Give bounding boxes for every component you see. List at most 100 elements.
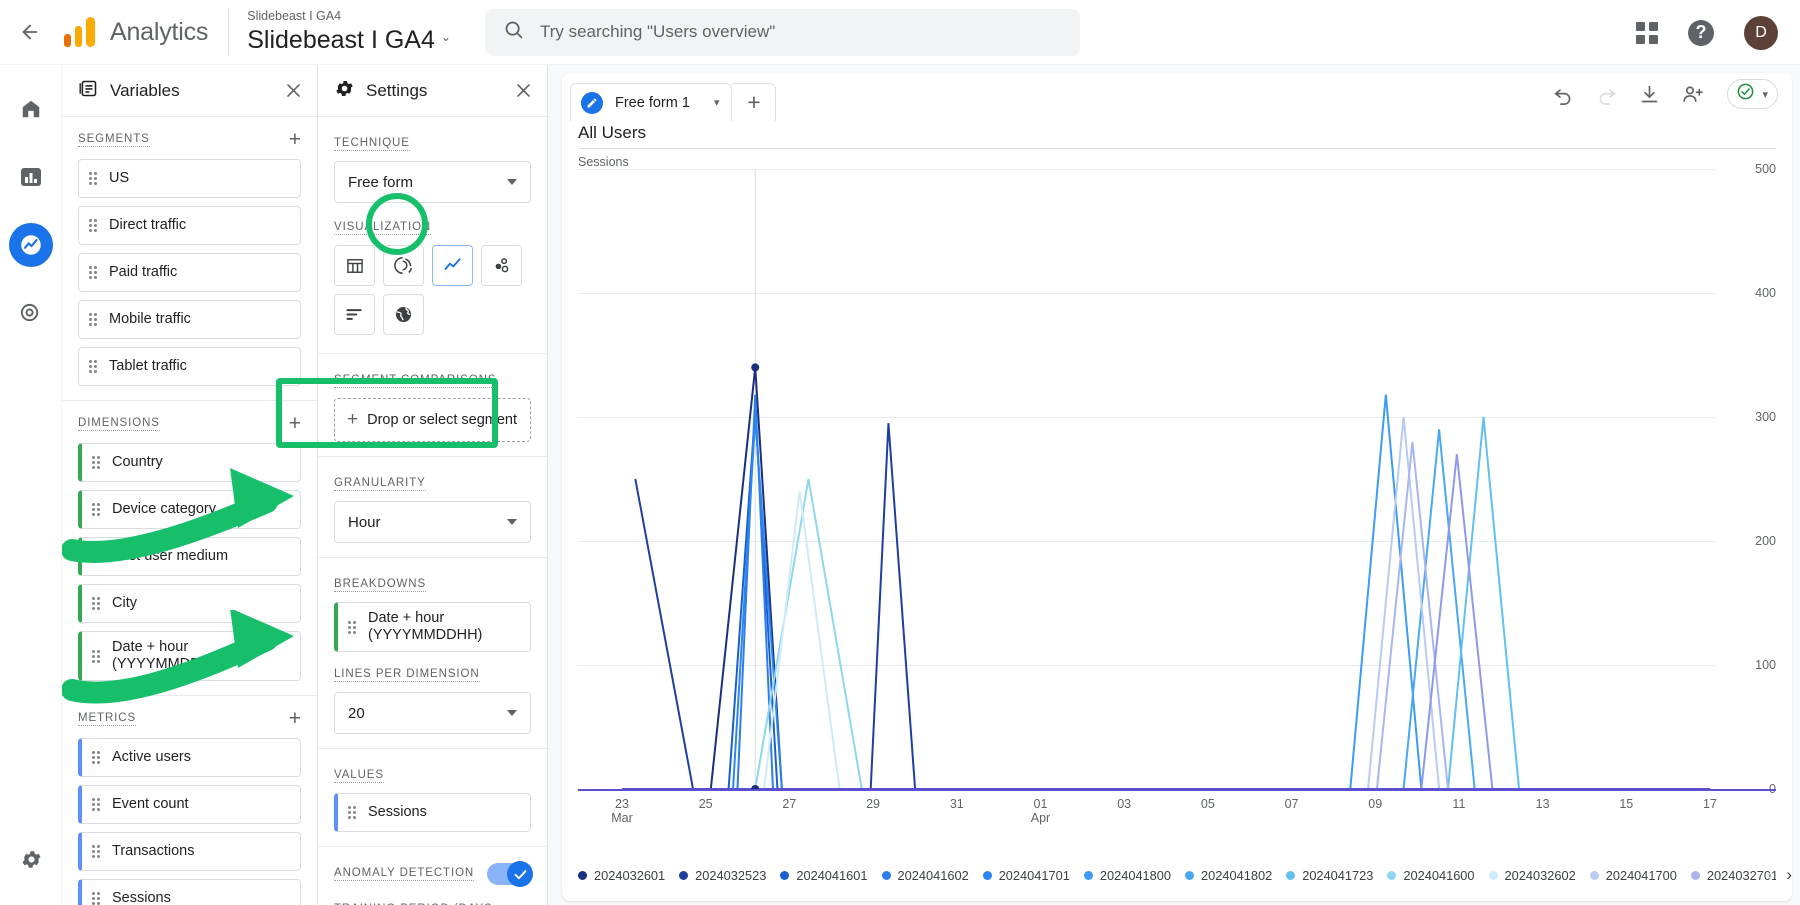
chevron-down-icon[interactable]: ▾ [714, 96, 720, 109]
drag-handle-icon[interactable] [92, 550, 101, 563]
undo-icon[interactable] [1553, 84, 1574, 105]
sidebar-item-admin[interactable] [9, 837, 53, 881]
list-item[interactable]: First user medium [78, 537, 301, 576]
legend-label: 2024032601 [594, 867, 666, 883]
legend-color-dot [1690, 870, 1700, 880]
legend-item[interactable]: 2024041701 [982, 868, 1070, 883]
legend-item[interactable]: 2024041700 [1589, 868, 1677, 883]
list-item[interactable]: Country [78, 443, 301, 482]
sidebar-item-reports[interactable] [9, 155, 53, 199]
search-icon [503, 19, 524, 45]
sidebar-item-explore[interactable] [8, 223, 53, 267]
legend-next-button[interactable]: › [1786, 865, 1792, 885]
canvas-toolbar: ▾ [1553, 79, 1778, 109]
tab-free-form-1[interactable]: Free form 1 ▾ [570, 83, 733, 121]
list-item[interactable]: US [78, 159, 301, 198]
table-icon[interactable] [334, 245, 375, 286]
list-item[interactable]: Direct traffic [78, 206, 301, 245]
legend-item[interactable]: 2024041601 [780, 868, 868, 883]
line-chart-icon[interactable] [432, 245, 473, 286]
analytics-logo-block[interactable]: Analytics [60, 17, 208, 47]
list-item[interactable]: Transactions [78, 832, 301, 871]
legend-item[interactable]: 2024032701 [1690, 868, 1776, 883]
drag-handle-icon[interactable] [89, 360, 98, 373]
drag-handle-icon[interactable] [92, 845, 101, 858]
drag-handle-icon[interactable] [92, 892, 101, 905]
dimensions-label: DIMENSIONS [78, 417, 160, 431]
avatar[interactable]: D [1744, 15, 1778, 50]
share-user-icon[interactable] [1682, 83, 1705, 105]
drag-handle-icon[interactable] [92, 456, 101, 469]
tab-bar: Free form 1 ▾ + ▾ [562, 73, 1792, 121]
x-tick-label: 13 [1536, 797, 1550, 811]
geo-map-icon[interactable] [383, 294, 424, 335]
x-tick-label: 01 Apr [1031, 797, 1050, 825]
drag-handle-icon[interactable] [348, 806, 357, 819]
scatter-plot-icon[interactable] [481, 245, 522, 286]
list-item[interactable]: Date + hour (YYYYMMDDHH) [78, 631, 301, 681]
legend-color-dot [578, 870, 587, 880]
close-icon[interactable] [284, 81, 303, 100]
list-item[interactable]: Device category [78, 490, 301, 529]
drag-handle-icon[interactable] [89, 313, 98, 326]
x-tick-day: 05 [1200, 797, 1215, 811]
list-item[interactable]: Event count [78, 785, 301, 824]
drag-handle-icon[interactable] [92, 503, 101, 516]
status-badge[interactable]: ▾ [1727, 79, 1778, 109]
donut-chart-icon[interactable] [383, 245, 424, 286]
close-icon[interactable] [514, 81, 533, 100]
add-metric-button[interactable]: + [289, 708, 301, 729]
legend-label: 2024041602 [897, 867, 969, 883]
list-item[interactable]: City [78, 584, 301, 623]
legend-item[interactable]: 2024041602 [881, 867, 969, 883]
granularity-select[interactable]: Hour [334, 501, 531, 543]
add-tab-button[interactable]: + [732, 83, 777, 121]
legend-item[interactable]: 2024041723 [1286, 868, 1373, 883]
list-item[interactable]: Tablet traffic [78, 347, 301, 386]
technique-select[interactable]: Free form [334, 161, 531, 203]
drag-handle-icon[interactable] [89, 219, 98, 232]
bar-chart-icon[interactable] [334, 294, 375, 335]
legend-item[interactable]: 2024032602 [1488, 868, 1576, 883]
legend-item[interactable]: 2024032523 [679, 868, 766, 883]
drop-segment-target[interactable]: + Drop or select segment [334, 398, 531, 442]
legend-label: 2024041802 [1201, 867, 1273, 883]
variables-panel: Variables SEGMENTS + US Direct traffic P… [62, 65, 318, 905]
legend-item[interactable]: 2024041800 [1083, 868, 1171, 883]
x-tick-label: 23 Mar [611, 797, 633, 825]
search-input[interactable]: Try searching "Users overview" [484, 8, 1080, 56]
list-item[interactable]: Paid traffic [78, 253, 301, 292]
anomaly-detection-toggle[interactable] [487, 861, 533, 887]
drag-handle-icon[interactable] [348, 620, 357, 634]
legend-item[interactable]: 2024041802 [1185, 868, 1272, 883]
legend-item[interactable]: 2024041600 [1387, 868, 1475, 883]
value-item[interactable]: Sessions [334, 793, 531, 832]
add-dimension-button[interactable]: + [289, 413, 301, 434]
segment-label: Tablet traffic [109, 358, 187, 374]
download-icon[interactable] [1639, 84, 1660, 105]
help-icon[interactable]: ? [1688, 19, 1714, 46]
sidebar-item-home[interactable] [9, 87, 53, 131]
list-item[interactable]: Active users [78, 738, 301, 777]
lines-per-dimension-select[interactable]: 20 [334, 692, 531, 734]
apps-grid-icon[interactable] [1636, 21, 1658, 44]
drag-handle-icon[interactable] [89, 266, 98, 279]
drag-handle-icon[interactable] [92, 649, 101, 663]
drag-handle-icon[interactable] [92, 751, 101, 764]
drag-handle-icon[interactable] [92, 597, 101, 610]
legend-item[interactable]: 2024032601 [578, 868, 665, 883]
chart-line [1402, 429, 1476, 789]
drag-handle-icon[interactable] [92, 798, 101, 811]
sidebar-item-advertising[interactable] [9, 291, 53, 335]
legend-prev-button[interactable]: ‹ [1767, 865, 1773, 885]
drag-handle-icon[interactable] [89, 172, 98, 185]
x-tick-label: 31 [950, 797, 964, 811]
list-item[interactable]: Mobile traffic [78, 300, 301, 339]
property-selector[interactable]: Slidebeast I GA4 Slidebeast I GA4 ⌄ [228, 9, 451, 55]
breakdown-item[interactable]: Date + hour (YYYYMMDDHH) [334, 602, 531, 652]
back-arrow-icon[interactable] [0, 21, 60, 43]
list-item[interactable]: Sessions [78, 879, 301, 905]
add-segment-button[interactable]: + [289, 129, 301, 150]
anomaly-point[interactable] [751, 363, 760, 372]
x-tick-label: 03 [1117, 797, 1131, 811]
